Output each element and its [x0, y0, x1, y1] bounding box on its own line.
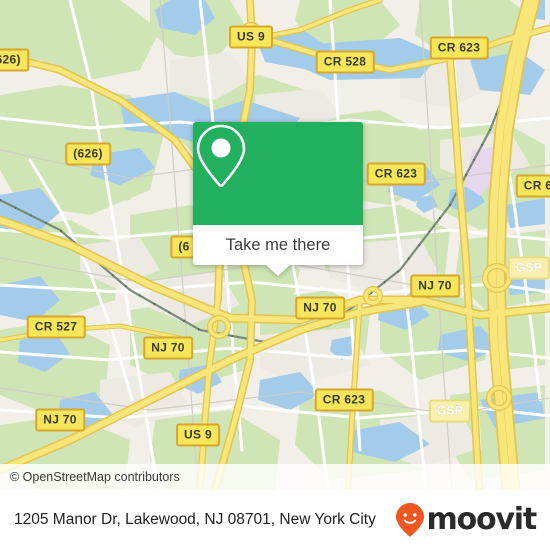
- map-screenshot: US 9 CR 623 CR 528 (626) (626) CR 623 CR…: [0, 0, 550, 550]
- road-shield: CR 623: [429, 36, 489, 60]
- moovit-pin-smiley-icon: [395, 503, 424, 537]
- road-shield: CR 623: [515, 174, 550, 198]
- road-shield: US 9: [176, 423, 220, 447]
- road-shield: CR 623: [314, 388, 374, 412]
- road-shield: CR 527: [26, 315, 86, 339]
- road-shield: NJ 70: [143, 336, 193, 360]
- footer-bar: 1205 Manor Dr, Lakewood, NJ 08701, New Y…: [0, 490, 550, 550]
- road-shield: CR 528: [315, 50, 375, 74]
- road-shield: NJ 70: [35, 408, 85, 432]
- road-shield: GSP: [428, 399, 472, 423]
- road-shield: (626): [65, 142, 111, 166]
- road-shield: NJ 70: [410, 274, 460, 298]
- take-me-there-label: Take me there: [225, 235, 331, 254]
- location-popup-card[interactable]: Take me there: [193, 122, 363, 276]
- popup-pointer-tail: [266, 265, 290, 276]
- road-shield: (626): [0, 48, 29, 72]
- map-pin-icon: [196, 124, 246, 188]
- moovit-wordmark: moovit: [426, 502, 538, 537]
- popup-icon-area: [193, 122, 363, 225]
- road-shield: GSP: [507, 256, 550, 280]
- moovit-logo[interactable]: moovit: [395, 502, 538, 538]
- map-canvas[interactable]: US 9 CR 623 CR 528 (626) (626) CR 623 CR…: [0, 0, 550, 490]
- road-shield: US 9: [229, 25, 273, 49]
- attribution-text: © OpenStreetMap contributors: [10, 470, 180, 484]
- road-shield: NJ 70: [295, 296, 345, 320]
- road-shield: CR 623: [366, 162, 426, 186]
- map-attribution: © OpenStreetMap contributors: [0, 464, 550, 490]
- footer-address: 1205 Manor Dr, Lakewood, NJ 08701, New Y…: [14, 511, 376, 528]
- take-me-there-button[interactable]: Take me there: [193, 225, 363, 276]
